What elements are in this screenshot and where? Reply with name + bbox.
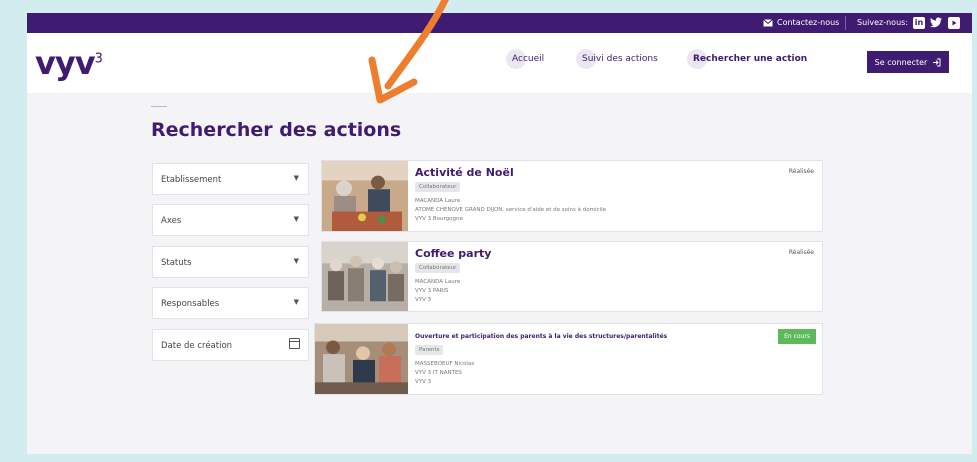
nav-label: Suivi des actions <box>582 54 658 64</box>
nav-label: Rechercher une action <box>693 54 808 64</box>
nav-accueil[interactable]: Accueil <box>506 49 545 69</box>
annotation-arrow <box>368 0 449 104</box>
nav-rechercher-une-action[interactable]: Rechercher une action <box>687 49 808 69</box>
nav-suivi-des-actions[interactable]: Suivi des actions <box>576 49 658 69</box>
nav-label: Accueil <box>512 54 545 64</box>
